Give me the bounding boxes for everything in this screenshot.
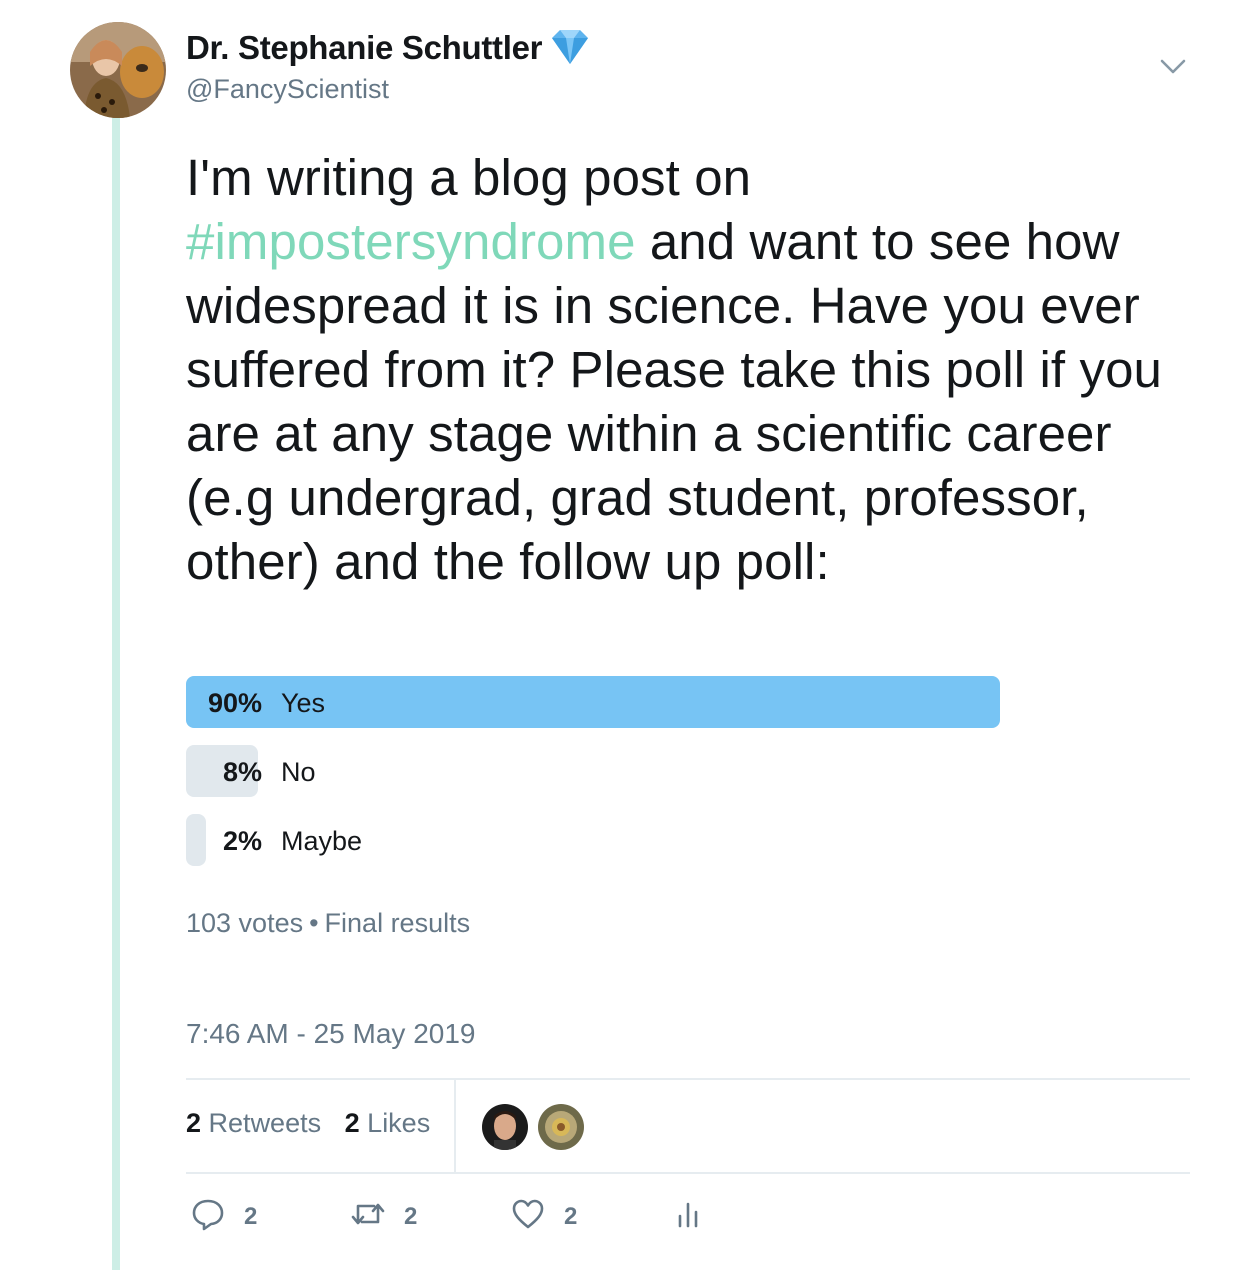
retweets-stat[interactable]: 2 Retweets xyxy=(186,1108,321,1138)
divider xyxy=(454,1080,456,1172)
analytics-button[interactable] xyxy=(670,1196,706,1237)
hashtag-link[interactable]: #impostersyndrome xyxy=(186,213,636,270)
poll-percent: 8% xyxy=(222,757,262,787)
poll-meta: 103 votes • Final results xyxy=(186,908,470,939)
like-button[interactable]: 2 xyxy=(510,1196,577,1237)
poll-label: No xyxy=(281,757,316,787)
reply-icon xyxy=(190,1196,226,1237)
poll: 90% Yes 8% No 2% Maybe xyxy=(186,676,1090,883)
retweets-stat-count: 2 xyxy=(186,1108,202,1138)
poll-label: Yes xyxy=(281,688,326,718)
poll-label: Maybe xyxy=(281,826,363,856)
chevron-down-icon[interactable] xyxy=(1158,56,1188,78)
poll-option-maybe: 2% Maybe xyxy=(186,814,1090,866)
likes-stat[interactable]: 2 Likes xyxy=(345,1108,431,1138)
divider xyxy=(186,1172,1190,1174)
retweets-stat-label: Retweets xyxy=(208,1108,322,1138)
poll-option-no: 8% No xyxy=(186,745,1090,797)
retweet-count: 2 xyxy=(404,1202,418,1230)
poll-option-yes: 90% Yes xyxy=(186,676,1090,728)
likes-stat-label: Likes xyxy=(367,1108,431,1138)
author-display-name[interactable]: Dr. Stephanie Schuttler xyxy=(186,29,542,67)
poll-percent: 90% xyxy=(207,688,262,718)
divider xyxy=(186,1078,1190,1080)
reply-button[interactable]: 2 xyxy=(190,1196,257,1237)
diamond-icon xyxy=(546,28,594,68)
author-avatar[interactable] xyxy=(70,22,166,118)
liker-avatar[interactable] xyxy=(482,1104,528,1150)
likes-stat-count: 2 xyxy=(344,1108,360,1138)
liker-avatar[interactable] xyxy=(538,1104,584,1150)
avatar-image xyxy=(70,22,166,118)
like-count: 2 xyxy=(564,1202,578,1230)
poll-percent: 2% xyxy=(222,826,262,856)
tweet-text-intro: I'm writing a blog post on xyxy=(186,149,752,206)
poll-meta-separator: • xyxy=(309,908,319,938)
likers-avatars xyxy=(482,1104,584,1150)
analytics-icon xyxy=(670,1196,706,1237)
thread-line xyxy=(112,118,120,1270)
reply-count: 2 xyxy=(244,1202,258,1230)
poll-votes: 103 votes xyxy=(186,908,304,938)
retweet-icon xyxy=(350,1196,386,1237)
tweet-text: I'm writing a blog post on #impostersynd… xyxy=(186,146,1196,594)
poll-status: Final results xyxy=(324,908,471,938)
author-handle[interactable]: @FancyScientist xyxy=(186,74,389,105)
tweet-stats: 2 Retweets 2 Likes xyxy=(186,1108,430,1139)
tweet-timestamp[interactable]: 7:46 AM - 25 May 2019 xyxy=(186,1018,476,1050)
heart-icon xyxy=(510,1196,546,1237)
retweet-button[interactable]: 2 xyxy=(350,1196,417,1237)
tweet-actions: 2 2 2 xyxy=(186,1196,786,1240)
